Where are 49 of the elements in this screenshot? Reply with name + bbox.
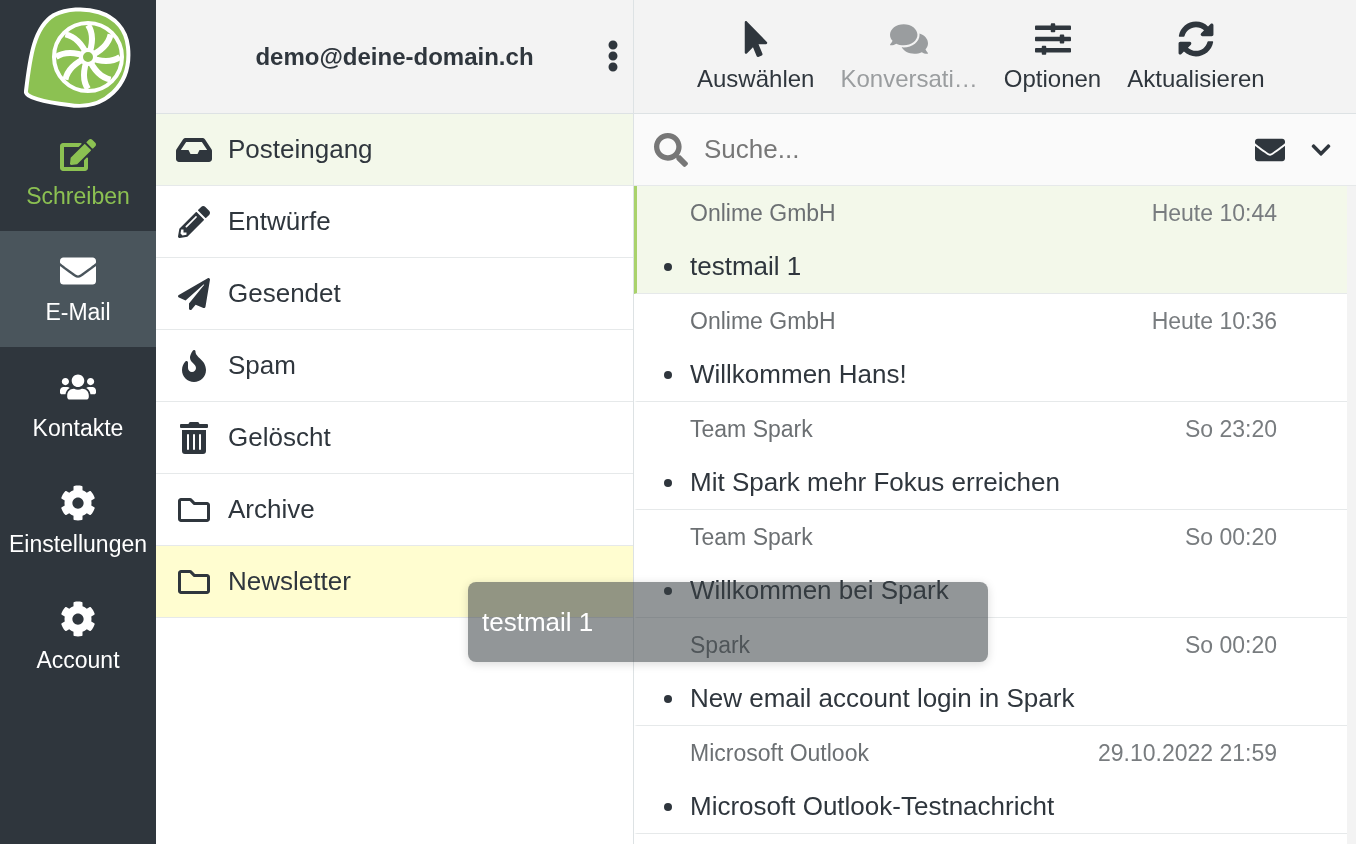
- folder-label: Archive: [228, 494, 315, 525]
- nav-item[interactable]: Kontakte: [0, 347, 156, 463]
- message-date: 29.10.2022 21:59: [1097, 739, 1277, 767]
- more-button[interactable]: [607, 38, 619, 74]
- message-subject: Willkommen Hans!: [690, 359, 908, 390]
- folder-label: Gesendet: [228, 278, 341, 309]
- edit-icon: [60, 136, 96, 173]
- gear-icon: [60, 484, 96, 521]
- more-icon: [607, 38, 619, 74]
- message-subject: New email account login in Spark: [690, 683, 1076, 714]
- nav-item[interactable]: Account: [0, 579, 156, 695]
- search-bar[interactable]: Suche...: [634, 114, 1356, 186]
- message-sender: Team Spark: [690, 415, 814, 443]
- message-sender: Team Spark: [690, 523, 814, 551]
- search-field[interactable]: Suche...: [702, 133, 1234, 166]
- folder-item[interactable]: Posteingang: [156, 114, 633, 186]
- toolbar-button[interactable]: Auswählen: [684, 20, 828, 93]
- message-subject: testmail 1: [690, 251, 803, 282]
- nav-item[interactable]: E-Mail: [0, 231, 156, 347]
- message-subject: Mit Spark mehr Fokus erreichen: [690, 467, 1061, 498]
- message-sender: Spark: [690, 631, 752, 659]
- message-subject: Microsoft Outlook-Testnachricht: [690, 791, 1056, 822]
- message-date: Heute 10:44: [1151, 199, 1277, 227]
- refresh-icon: [1176, 20, 1215, 57]
- toolbar-button[interactable]: Optionen: [990, 20, 1115, 93]
- folder-label: Newsletter: [228, 566, 351, 597]
- message-date: So 23:20: [1184, 415, 1277, 443]
- nav-item[interactable]: Einstellungen: [0, 463, 156, 579]
- toolbar-button[interactable]: Aktualisieren: [1114, 20, 1278, 93]
- message-sender: Onlime GmbH: [690, 199, 837, 227]
- folder-label: Gelöscht: [228, 422, 331, 453]
- message-date: So 00:20: [1184, 523, 1277, 551]
- message-sender: Microsoft Outlook: [690, 739, 870, 767]
- paper-plane-icon: [176, 277, 212, 310]
- message-subject: Willkommen bei Spark: [690, 575, 950, 606]
- message-sender: Onlime GmbH: [690, 307, 837, 335]
- sliders-icon: [1033, 20, 1072, 57]
- search-icon: [654, 132, 688, 167]
- logo-icon: [24, 6, 132, 109]
- folder-label: Entwürfe: [228, 206, 331, 237]
- message-date: So 00:20: [1184, 631, 1277, 659]
- compose-button[interactable]: Schreiben: [0, 115, 156, 231]
- gear-icon: [60, 600, 96, 637]
- message-date: Heute 10:36: [1151, 307, 1277, 335]
- folder-label: Spam: [228, 350, 296, 381]
- pencil-icon: [176, 205, 212, 238]
- account-email: demo@deine-domain.ch: [255, 42, 534, 71]
- folder-label: Posteingang: [228, 134, 373, 165]
- message-item[interactable]: Onlime GmbH Heute 10:44 testmail 1: [634, 186, 1347, 294]
